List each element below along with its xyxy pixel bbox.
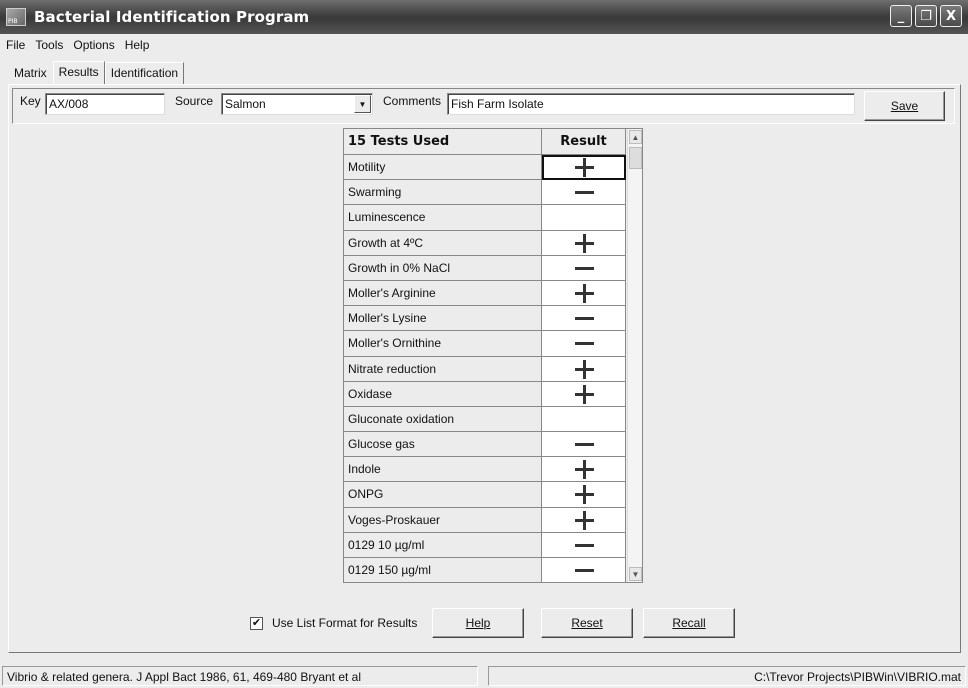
- table-row: 0129 150 µg/ml: [344, 558, 626, 584]
- test-name-cell: Moller's Arginine: [344, 280, 542, 307]
- tab-identification[interactable]: Identification: [104, 62, 185, 84]
- result-cell[interactable]: [542, 306, 626, 332]
- menu-bar: File Tools Options Help: [0, 34, 968, 56]
- test-name-cell: Voges-Proskauer: [344, 507, 542, 533]
- result-cell[interactable]: [542, 482, 626, 508]
- status-file-path: C:\Trevor Projects\PIBWin\VIBRIO.mat: [488, 666, 966, 686]
- column-header-result: Result: [542, 129, 626, 155]
- table-row: Motility: [344, 155, 626, 181]
- window-controls: _ ❐ X: [890, 5, 962, 27]
- test-name-cell: Luminescence: [344, 205, 542, 231]
- table-row: Swarming: [344, 180, 626, 206]
- table-body: Motility Swarming Luminescence Growth at 4º…: [344, 155, 626, 584]
- result-cell[interactable]: [542, 558, 626, 584]
- table-row: Luminescence: [344, 205, 626, 231]
- result-cell[interactable]: [542, 180, 626, 206]
- reset-label: Reset: [571, 616, 603, 630]
- result-cell[interactable]: [542, 457, 626, 483]
- test-name-cell: ONPG: [344, 482, 542, 508]
- test-name-cell: Glucose gas: [344, 432, 542, 458]
- test-name-cell: Moller's Ornithine: [344, 331, 542, 357]
- key-label: Key: [20, 94, 41, 108]
- test-name-cell: Oxidase: [344, 381, 542, 407]
- comments-label: Comments: [383, 94, 442, 108]
- list-format-checkbox[interactable]: ✔: [250, 617, 263, 630]
- table-row: Nitrate reduction: [344, 356, 626, 382]
- scroll-up-icon[interactable]: ▲: [629, 130, 642, 144]
- table-row: ONPG: [344, 482, 626, 508]
- vertical-scrollbar[interactable]: ▲ ▼: [627, 129, 642, 582]
- source-label: Source: [175, 94, 214, 108]
- result-cell[interactable]: [542, 406, 626, 433]
- result-cell[interactable]: [542, 532, 626, 558]
- test-name-cell: Motility: [344, 155, 542, 181]
- menu-help[interactable]: Help: [125, 38, 150, 52]
- test-name-cell: Growth at 4ºC: [344, 230, 542, 256]
- menu-tools[interactable]: Tools: [35, 38, 63, 52]
- source-value: Salmon: [225, 97, 266, 111]
- title-bar[interactable]: Bacterial Identification Program _ ❐ X: [0, 0, 968, 34]
- test-name-cell: Indole: [344, 457, 542, 483]
- save-button[interactable]: Save: [864, 91, 945, 121]
- result-cell[interactable]: [542, 205, 626, 231]
- scroll-down-icon[interactable]: ▼: [629, 567, 642, 581]
- test-name-cell: 0129 10 µg/ml: [344, 532, 542, 558]
- test-name-cell: Moller's Lysine: [344, 306, 542, 332]
- test-name-cell: Growth in 0% NaCl: [344, 255, 542, 281]
- recall-button[interactable]: Recall: [643, 608, 735, 638]
- table-row: Oxidase: [344, 381, 626, 407]
- tab-strip: Matrix Results Identification: [8, 60, 185, 84]
- table-row: Moller's Lysine: [344, 306, 626, 332]
- reset-button[interactable]: Reset: [541, 608, 633, 638]
- comments-input[interactable]: Fish Farm Isolate: [447, 93, 855, 115]
- result-cell[interactable]: [542, 331, 626, 357]
- table-row: Moller's Arginine: [344, 280, 626, 307]
- test-name-cell: Swarming: [344, 180, 542, 206]
- window-title: Bacterial Identification Program: [34, 8, 310, 26]
- result-cell[interactable]: [542, 507, 626, 533]
- status-reference: Vibrio & related genera. J Appl Bact 198…: [2, 666, 478, 686]
- result-cell[interactable]: [542, 280, 626, 307]
- help-label: Help: [465, 616, 491, 630]
- menu-file[interactable]: File: [6, 38, 25, 52]
- result-cell[interactable]: [542, 230, 626, 256]
- menu-options[interactable]: Options: [73, 38, 114, 52]
- help-button[interactable]: Help: [432, 608, 524, 638]
- list-format-label: Use List Format for Results: [272, 616, 418, 630]
- close-button[interactable]: X: [940, 5, 962, 27]
- results-table: 15 Tests Used Result Motility Swarming Lum…: [343, 128, 643, 584]
- result-cell[interactable]: [542, 381, 626, 407]
- table-row: Indole: [344, 457, 626, 483]
- table-row: Growth in 0% NaCl: [344, 255, 626, 281]
- chevron-down-icon[interactable]: ▼: [354, 95, 371, 113]
- status-bar: Vibrio & related genera. J Appl Bact 198…: [0, 664, 968, 688]
- table-row: Moller's Ornithine: [344, 331, 626, 357]
- scroll-thumb[interactable]: [629, 147, 642, 169]
- recall-label: Recall: [672, 616, 706, 630]
- column-header-tests: 15 Tests Used: [344, 129, 542, 155]
- tab-results[interactable]: Results: [52, 61, 105, 84]
- table-row: Glucose gas: [344, 432, 626, 458]
- test-name-cell: Nitrate reduction: [344, 356, 542, 382]
- minimize-button[interactable]: _: [890, 5, 912, 27]
- table-row: Gluconate oxidation: [344, 406, 626, 433]
- result-cell[interactable]: [542, 356, 626, 382]
- result-cell[interactable]: [542, 155, 626, 181]
- checkmark-icon: ✔: [251, 617, 262, 629]
- source-select[interactable]: Salmon ▼: [221, 93, 373, 115]
- table-row: 0129 10 µg/ml: [344, 532, 626, 558]
- save-label: Save: [890, 99, 919, 113]
- test-name-cell: 0129 150 µg/ml: [344, 558, 542, 584]
- table-row: Growth at 4ºC: [344, 230, 626, 256]
- table-header: 15 Tests Used Result: [344, 129, 626, 155]
- result-cell[interactable]: [542, 255, 626, 281]
- result-cell[interactable]: [542, 432, 626, 458]
- table-row: Voges-Proskauer: [344, 507, 626, 533]
- restore-button[interactable]: ❐: [915, 5, 937, 27]
- app-icon: [6, 8, 26, 26]
- test-name-cell: Gluconate oxidation: [344, 406, 542, 433]
- tab-matrix[interactable]: Matrix: [8, 62, 53, 84]
- key-input[interactable]: AX/008: [45, 93, 165, 115]
